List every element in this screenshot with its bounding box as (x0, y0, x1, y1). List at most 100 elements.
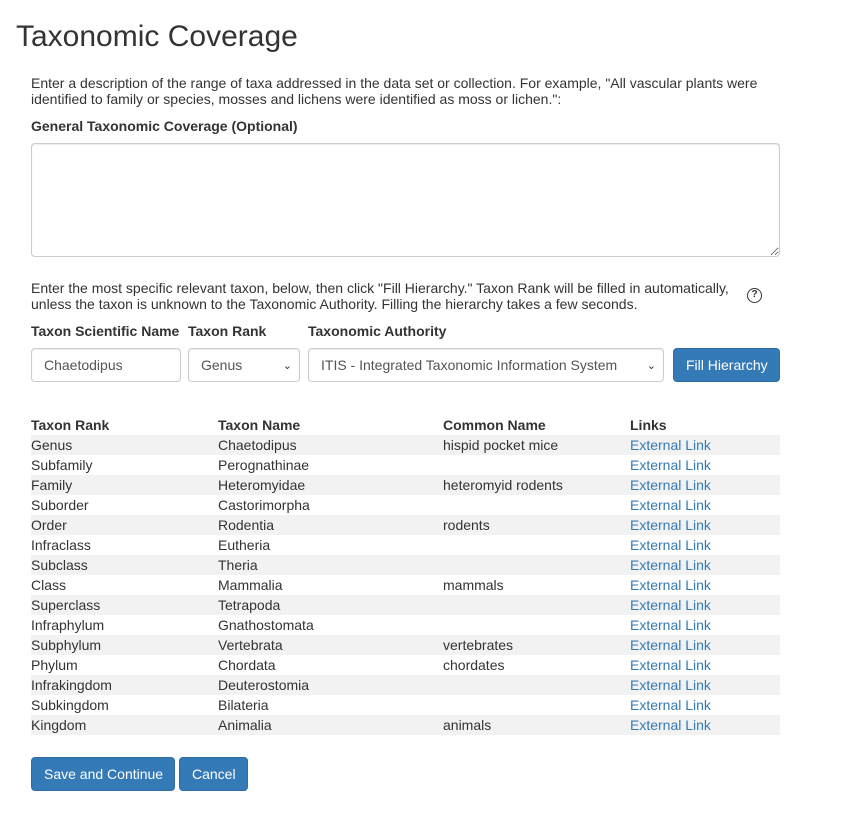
links-cell: External Link (630, 635, 780, 655)
table-row: Order Rodentia rodents External Link (31, 515, 780, 535)
page-title: Taxonomic Coverage (16, 20, 298, 53)
external-link[interactable]: External Link (630, 457, 711, 473)
taxon-rank-cell: Suborder (31, 497, 89, 513)
external-link[interactable]: External Link (630, 697, 711, 713)
save-and-continue-button[interactable]: Save and Continue (31, 757, 175, 791)
table-row: Superclass Tetrapoda External Link (31, 595, 780, 615)
question-circle-icon[interactable]: ? (747, 288, 762, 303)
external-link[interactable]: External Link (630, 637, 711, 653)
links-cell: External Link (630, 695, 780, 715)
common-name-cell: animals (443, 717, 492, 733)
general-coverage-textarea[interactable] (31, 143, 780, 257)
taxon-rank-cell: Subphylum (31, 637, 102, 653)
table-row: Phylum Chordata chordates External Link (31, 655, 780, 675)
taxon-name-cell: Bilateria (218, 697, 269, 713)
taxon-rank-label: Taxon Rank (188, 323, 267, 339)
header-taxon-rank: Taxon Rank (31, 417, 110, 433)
taxon-name-cell: Eutheria (218, 537, 271, 553)
taxon-name-cell: Theria (218, 557, 258, 573)
chevron-down-icon: ⌄ (646, 360, 656, 372)
taxon-rank-cell: Infraclass (31, 537, 91, 553)
taxon-rank-cell: Subfamily (31, 457, 93, 473)
links-cell: External Link (630, 435, 780, 455)
links-cell: External Link (630, 515, 780, 535)
taxon-rank-select[interactable]: Genus ⌄ (188, 348, 300, 382)
taxonomic-authority-select[interactable]: ITIS - Integrated Taxonomic Information … (308, 348, 664, 382)
fill-hierarchy-instructions: Enter the most specific relevant taxon, … (31, 280, 729, 312)
taxon-name-cell: Mammalia (218, 577, 283, 593)
taxon-name-cell: Vertebrata (218, 637, 283, 653)
taxon-name-cell: Castorimorpha (218, 497, 310, 513)
taxonomic-authority-value: ITIS - Integrated Taxonomic Information … (321, 357, 618, 373)
external-link[interactable]: External Link (630, 577, 711, 593)
taxon-rank-cell: Kingdom (31, 717, 87, 733)
general-coverage-label: General Taxonomic Coverage (Optional) (31, 118, 298, 134)
external-link[interactable]: External Link (630, 497, 711, 513)
taxon-scientific-name-label: Taxon Scientific Name (31, 323, 180, 339)
external-link[interactable]: External Link (630, 537, 711, 553)
taxon-rank-cell: Genus (31, 437, 73, 453)
taxon-name-cell: Heteromyidae (218, 477, 306, 493)
links-cell: External Link (630, 535, 780, 555)
table-row: Subphylum Vertebrata vertebrates External L… (31, 635, 780, 655)
external-link[interactable]: External Link (630, 617, 711, 633)
coverage-description: Enter a description of the range of taxa… (31, 75, 758, 107)
table-row: Infraphylum Gnathostomata External Link (31, 615, 780, 635)
external-link[interactable]: External Link (630, 557, 711, 573)
taxon-name-cell: Rodentia (218, 517, 275, 533)
table-row: Infrakingdom Deuterostomia External Link (31, 675, 780, 695)
links-cell: External Link (630, 555, 780, 575)
taxon-name-cell: Deuterostomia (218, 677, 310, 693)
links-cell: External Link (630, 455, 780, 475)
external-link[interactable]: External Link (630, 657, 711, 673)
taxon-scientific-name-value: Chaetodipus (44, 357, 123, 373)
common-name-cell (443, 495, 630, 515)
header-links: Links (630, 417, 667, 433)
taxon-rank-cell: Subclass (31, 557, 88, 573)
table-row: Infraclass Eutheria External Link (31, 535, 780, 555)
cancel-button[interactable]: Cancel (179, 757, 248, 791)
table-row: Subkingdom Bilateria External Link (31, 695, 780, 715)
table-header-row: Taxon Rank Taxon Name Common Name Links (31, 415, 780, 435)
common-name-cell: mammals (443, 577, 504, 593)
common-name-cell (443, 595, 630, 615)
links-cell: External Link (630, 575, 780, 595)
table-row: Class Mammalia mammals External Link (31, 575, 780, 595)
common-name-cell: chordates (443, 657, 505, 673)
table-row: Genus Chaetodipus hispid pocket mice Extern… (31, 435, 780, 455)
taxon-rank-cell: Infrakingdom (31, 677, 112, 693)
common-name-cell (443, 615, 630, 635)
common-name-cell (443, 675, 630, 695)
taxon-name-cell: Chaetodipus (218, 437, 297, 453)
header-taxon-name: Taxon Name (218, 417, 301, 433)
taxon-rank-cell: Subkingdom (31, 697, 109, 713)
common-name-cell (443, 555, 630, 575)
taxon-hierarchy-table: Taxon Rank Taxon Name Common Name Links … (31, 415, 780, 735)
table-row: Subfamily Perognathinae External Link (31, 455, 780, 475)
external-link[interactable]: External Link (630, 597, 711, 613)
links-cell: External Link (630, 615, 780, 635)
external-link[interactable]: External Link (630, 677, 711, 693)
taxon-scientific-name-input[interactable]: Chaetodipus (31, 348, 181, 382)
taxon-rank-cell: Family (31, 477, 73, 493)
common-name-cell: heteromyid rodents (443, 477, 563, 493)
external-link[interactable]: External Link (630, 437, 711, 453)
fill-hierarchy-button[interactable]: Fill Hierarchy (673, 348, 780, 382)
links-cell: External Link (630, 675, 780, 695)
common-name-cell: rodents (443, 517, 490, 533)
chevron-down-icon: ⌄ (282, 360, 292, 372)
taxon-name-cell: Gnathostomata (218, 617, 314, 633)
table-row: Kingdom Animalia animals External Link (31, 715, 780, 735)
external-link[interactable]: External Link (630, 717, 711, 733)
taxon-name-cell: Chordata (218, 657, 276, 673)
taxon-name-cell: Perognathinae (218, 457, 310, 473)
external-link[interactable]: External Link (630, 477, 711, 493)
taxon-rank-cell: Class (31, 577, 67, 593)
common-name-cell: vertebrates (443, 637, 514, 653)
taxon-rank-cell: Phylum (31, 657, 78, 673)
external-link[interactable]: External Link (630, 517, 711, 533)
taxon-name-cell: Tetrapoda (218, 597, 281, 613)
common-name-cell (443, 535, 630, 555)
taxonomic-authority-label: Taxonomic Authority (308, 323, 447, 339)
taxon-rank-cell: Superclass (31, 597, 101, 613)
